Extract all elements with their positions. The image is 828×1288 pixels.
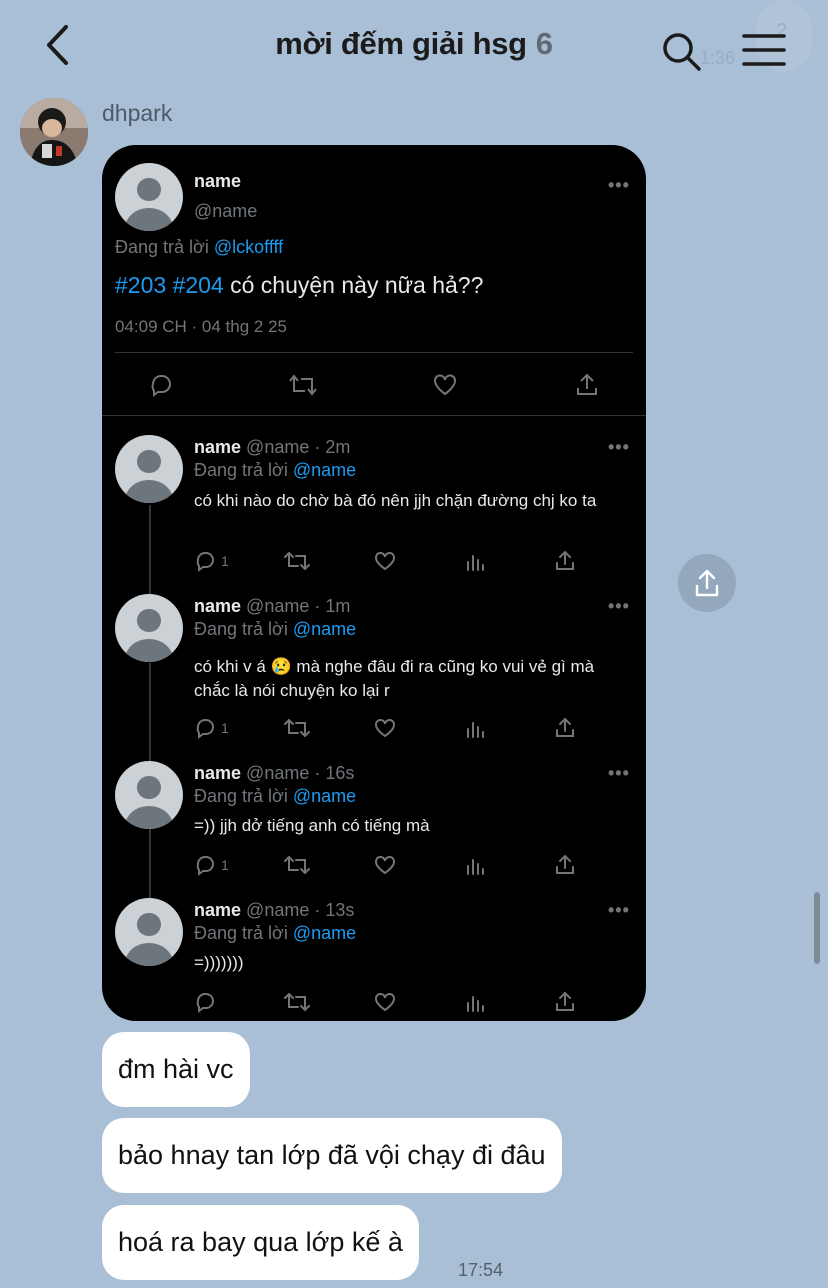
reply-text: =)) jjh dở tiếng anh có tiếng mà — [194, 816, 430, 835]
reply-avatar — [115, 594, 183, 662]
reply-author: name @name · 1m — [194, 596, 351, 616]
tweet-author-name: name — [194, 171, 242, 191]
reply-icon — [196, 993, 214, 1013]
retweet-icon — [284, 718, 310, 738]
sender-avatar[interactable] — [20, 98, 88, 166]
member-count: 6 — [535, 26, 553, 61]
reply-icon — [196, 552, 214, 572]
heart-icon — [375, 855, 395, 875]
more-options-icon: ••• — [608, 900, 630, 920]
analytics-icon — [467, 996, 484, 1012]
share-icon — [695, 569, 719, 597]
tweet-avatar — [115, 163, 183, 231]
chat-header: 2 1:36 mời đếm giải hsg 6 — [0, 0, 828, 92]
retweet-icon — [284, 551, 310, 571]
divider — [115, 352, 633, 353]
share-icon — [556, 717, 574, 737]
reply-avatar — [115, 898, 183, 966]
message-bubble[interactable]: đm hài vc — [102, 1032, 250, 1107]
share-icon — [556, 854, 574, 874]
shared-tweet-image[interactable]: name @name ••• Đang trả lời @lckoffff #2… — [102, 145, 646, 1021]
heart-icon — [375, 718, 395, 738]
chat-title-text: mời đếm giải hsg — [275, 26, 527, 61]
message-time: 17:54 — [458, 1260, 504, 1280]
reply-author: name @name · 16s — [194, 763, 355, 783]
retweet-icon — [284, 855, 310, 875]
heart-icon — [434, 374, 456, 396]
replying-to: Đang trả lời @name — [194, 923, 357, 943]
reply-icon — [151, 375, 171, 397]
hamburger-menu-icon — [742, 34, 786, 66]
replying-to: Đang trả lời @name — [194, 786, 357, 806]
tweet-author-handle: @name — [194, 201, 258, 221]
menu-button[interactable] — [740, 30, 788, 70]
share-icon — [556, 550, 574, 570]
person-photo — [20, 98, 88, 166]
search-button[interactable] — [660, 30, 704, 74]
replying-to: Đang trả lời @name — [194, 460, 357, 480]
reply-count: 1 — [221, 720, 229, 736]
share-icon — [556, 991, 574, 1011]
reply-text: có khi v á 😢 mà nghe đâu đi ra cũng ko v… — [194, 657, 595, 700]
more-options-icon: ••• — [608, 175, 630, 195]
replying-to: Đang trả lời @lckoffff — [115, 237, 284, 257]
share-button[interactable] — [678, 554, 736, 612]
message-bubble[interactable]: bảo hnay tan lớp đã vội chạy đi đâu — [102, 1118, 562, 1193]
analytics-icon — [467, 555, 484, 571]
more-options-icon: ••• — [608, 596, 630, 616]
retweet-icon — [284, 992, 310, 1012]
retweet-icon — [289, 374, 317, 396]
sender-name: dhpark — [102, 100, 173, 126]
reply-count: 1 — [221, 857, 229, 873]
heart-icon — [375, 551, 395, 571]
analytics-icon — [467, 722, 484, 738]
tweet-timestamp: 04:09 CH · 04 thg 2 25 — [115, 317, 288, 336]
replying-to: Đang trả lời @name — [194, 619, 357, 639]
reply-avatar — [115, 435, 183, 503]
scrollbar[interactable] — [814, 892, 820, 964]
reply-author: name @name · 2m — [194, 437, 351, 457]
search-icon — [663, 33, 701, 71]
reply-author: name @name · 13s — [194, 900, 355, 920]
more-options-icon: ••• — [608, 437, 630, 457]
more-options-icon: ••• — [608, 763, 630, 783]
reply-icon — [196, 719, 214, 739]
divider — [102, 415, 646, 416]
reply-text: có khi nào do chờ bà đó nên jjh chặn đườ… — [194, 491, 597, 510]
analytics-icon — [467, 859, 484, 875]
reply-avatar — [115, 761, 183, 829]
tweet-text: #203 #204 có chuyện này nữa hả?? — [115, 272, 484, 298]
share-icon — [577, 373, 597, 395]
thread-line — [149, 829, 151, 899]
message-bubble[interactable]: hoá ra bay qua lớp kế à — [102, 1205, 419, 1280]
reply-count: 1 — [221, 553, 229, 569]
reply-text: =))))))) — [194, 953, 244, 972]
reply-icon — [196, 856, 214, 876]
thread-line — [149, 505, 151, 595]
thread-line — [149, 663, 151, 761]
heart-icon — [375, 992, 395, 1012]
